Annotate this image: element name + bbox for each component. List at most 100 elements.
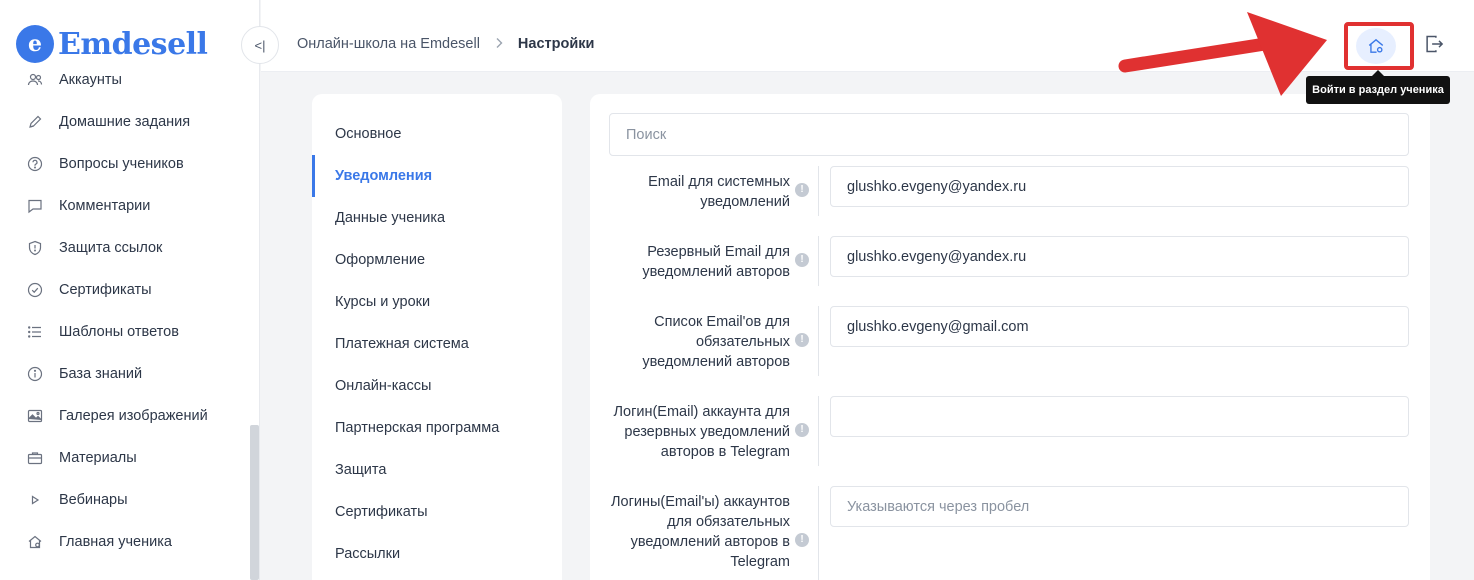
home-icon bbox=[26, 533, 44, 551]
settings-item-label: Платежная система bbox=[335, 336, 469, 352]
settings-item-notifications[interactable]: Уведомления bbox=[312, 155, 562, 197]
search-input[interactable] bbox=[609, 113, 1409, 156]
field-row-telegram-backup: Логин(Email) аккаунта для резервных увед… bbox=[609, 396, 1409, 466]
settings-item-protection[interactable]: Защита bbox=[312, 449, 562, 491]
settings-item-label: Партнерская программа bbox=[335, 420, 500, 436]
telegram-backup-input[interactable] bbox=[830, 396, 1409, 437]
settings-menu: Основное Уведомления Данные ученика Офор… bbox=[312, 94, 562, 580]
settings-item-affiliate[interactable]: Партнерская программа bbox=[312, 407, 562, 449]
sidebar-item-comments[interactable]: Комментарии bbox=[0, 185, 250, 227]
info-icon[interactable]: ! bbox=[795, 423, 809, 437]
settings-item-payment[interactable]: Платежная система bbox=[312, 323, 562, 365]
settings-item-mailings[interactable]: Рассылки bbox=[312, 533, 562, 575]
settings-item-online-cash[interactable]: Онлайн-кассы bbox=[312, 365, 562, 407]
sidebar-item-materials[interactable]: Материалы bbox=[0, 437, 250, 479]
settings-item-student-data[interactable]: Данные ученика bbox=[312, 197, 562, 239]
sidebar-item-knowledge-base[interactable]: База знаний bbox=[0, 353, 250, 395]
info-icon bbox=[26, 365, 44, 383]
collapse-sidebar-button[interactable]: <| bbox=[241, 26, 279, 64]
field-row-required-emails: Список Email'ов для обязательных уведомл… bbox=[609, 306, 1409, 376]
sidebar-item-label: Сертификаты bbox=[59, 282, 152, 298]
field-label-text: Логины(Email'ы) аккаунтов для обязательн… bbox=[610, 494, 790, 570]
settings-item-label: Курсы и уроки bbox=[335, 294, 431, 310]
sidebar-item-accounts[interactable]: Аккаунты bbox=[0, 59, 250, 101]
field-label-text: Email для системных уведомлений bbox=[648, 174, 790, 210]
info-icon[interactable]: ! bbox=[795, 253, 809, 267]
sidebar-item-label: Комментарии bbox=[59, 198, 151, 214]
image-icon bbox=[26, 407, 44, 425]
field-label: Резервный Email для уведомлений авторов … bbox=[609, 236, 819, 286]
sidebar-item-label: Вебинары bbox=[59, 492, 128, 508]
sidebar: e Emdesell Аккаунты Домашние задания Воп… bbox=[0, 0, 260, 580]
breadcrumb-current: Настройки bbox=[517, 36, 595, 52]
backup-email-input[interactable] bbox=[830, 236, 1409, 277]
info-icon[interactable]: ! bbox=[795, 183, 809, 197]
notifications-form: Email для системных уведомлений ! Резерв… bbox=[590, 94, 1430, 580]
sidebar-item-label: Защита ссылок bbox=[59, 240, 163, 256]
settings-item-label: Основное bbox=[335, 126, 402, 142]
breadcrumb-parent[interactable]: Онлайн-школа на Emdesell bbox=[297, 36, 480, 52]
sidebar-item-label: Материалы bbox=[59, 450, 137, 466]
highlight-annotation bbox=[1344, 22, 1414, 70]
field-label: Логин(Email) аккаунта для резервных увед… bbox=[609, 396, 819, 466]
settings-item-design[interactable]: Оформление bbox=[312, 239, 562, 281]
field-label-text: Список Email'ов для обязательных уведомл… bbox=[642, 314, 790, 370]
settings-item-label: Сертификаты bbox=[335, 504, 428, 520]
list-icon bbox=[26, 323, 44, 341]
users-icon bbox=[26, 71, 44, 89]
sidebar-scrollbar[interactable] bbox=[250, 425, 259, 580]
logo[interactable]: e Emdesell bbox=[16, 24, 208, 64]
play-icon bbox=[26, 491, 44, 509]
settings-item-label: Защита bbox=[335, 462, 387, 478]
field-row-backup-email: Резервный Email для уведомлений авторов … bbox=[609, 236, 1409, 286]
field-row-system-email: Email для системных уведомлений ! bbox=[609, 166, 1409, 216]
sidebar-item-student-home[interactable]: Главная ученика bbox=[0, 521, 250, 563]
settings-item-courses[interactable]: Курсы и уроки bbox=[312, 281, 562, 323]
sidebar-nav: Аккаунты Домашние задания Вопросы ученик… bbox=[0, 59, 250, 563]
field-label: Список Email'ов для обязательных уведомл… bbox=[609, 306, 819, 376]
sidebar-item-link-protection[interactable]: Защита ссылок bbox=[0, 227, 250, 269]
settings-item-label: Онлайн-кассы bbox=[335, 378, 432, 394]
logo-text: Emdesell bbox=[58, 26, 208, 62]
logout-icon[interactable] bbox=[1424, 34, 1446, 56]
system-email-input[interactable] bbox=[830, 166, 1409, 207]
telegram-required-input[interactable] bbox=[830, 486, 1409, 527]
settings-item-certificates[interactable]: Сертификаты bbox=[312, 491, 562, 533]
settings-item-label: Рассылки bbox=[335, 546, 401, 562]
field-label: Логины(Email'ы) аккаунтов для обязательн… bbox=[609, 486, 819, 580]
sidebar-item-label: Аккаунты bbox=[59, 72, 122, 88]
briefcase-icon bbox=[26, 449, 44, 467]
field-label: Email для системных уведомлений ! bbox=[609, 166, 819, 216]
sidebar-item-label: Вопросы учеников bbox=[59, 156, 184, 172]
info-icon[interactable]: ! bbox=[795, 533, 809, 547]
logo-badge: e bbox=[16, 25, 54, 63]
collapse-icon: <| bbox=[254, 37, 266, 53]
sidebar-item-webinars[interactable]: Вебинары bbox=[0, 479, 250, 521]
settings-item-label: Оформление bbox=[335, 252, 426, 268]
sidebar-item-label: Главная ученика bbox=[59, 534, 172, 550]
sidebar-item-label: Галерея изображений bbox=[59, 408, 208, 424]
field-row-telegram-required: Логины(Email'ы) аккаунтов для обязательн… bbox=[609, 486, 1409, 580]
field-label-text: Логин(Email) аккаунта для резервных увед… bbox=[613, 404, 791, 460]
sidebar-item-label: Шаблоны ответов bbox=[59, 324, 179, 340]
info-icon[interactable]: ! bbox=[795, 333, 809, 347]
chevron-right-icon bbox=[494, 37, 504, 52]
breadcrumb: Онлайн-школа на Emdesell Настройки bbox=[297, 36, 594, 52]
sidebar-item-image-gallery[interactable]: Галерея изображений bbox=[0, 395, 250, 437]
settings-item-label: Данные ученика bbox=[335, 210, 446, 226]
sidebar-item-questions[interactable]: Вопросы учеников bbox=[0, 143, 250, 185]
sidebar-item-label: База знаний bbox=[59, 366, 143, 382]
required-emails-input[interactable] bbox=[830, 306, 1409, 347]
badge-check-icon bbox=[26, 281, 44, 299]
pencil-icon bbox=[26, 113, 44, 131]
comment-icon bbox=[26, 197, 44, 215]
shield-icon bbox=[26, 239, 44, 257]
sidebar-item-homework[interactable]: Домашние задания bbox=[0, 101, 250, 143]
sidebar-item-answer-templates[interactable]: Шаблоны ответов bbox=[0, 311, 250, 353]
arrow-annotation bbox=[1118, 12, 1327, 96]
question-icon bbox=[26, 155, 44, 173]
settings-item-general[interactable]: Основное bbox=[312, 113, 562, 155]
sidebar-item-certificates[interactable]: Сертификаты bbox=[0, 269, 250, 311]
settings-item-label: Уведомления bbox=[335, 168, 433, 184]
field-label-text: Резервный Email для уведомлений авторов bbox=[642, 244, 790, 280]
